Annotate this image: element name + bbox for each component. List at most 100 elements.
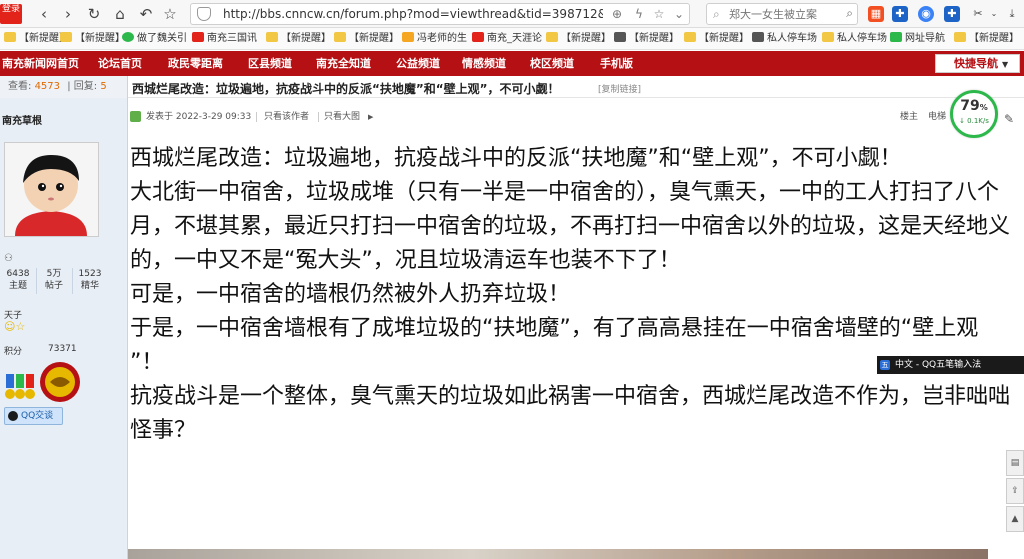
bookmark-icon <box>684 32 696 42</box>
medals <box>4 360 84 406</box>
thread-stats: 查看: 4573 | 回复: 5 <box>0 76 128 98</box>
floor-label: 楼主 <box>900 112 919 122</box>
login-badge[interactable]: 登录 <box>0 4 22 24</box>
avatar[interactable] <box>4 142 99 237</box>
nav-item-knowledge[interactable]: 南充全知道 <box>316 56 371 71</box>
star-icon[interactable]: ☆ <box>160 4 180 24</box>
bookmark-item[interactable]: 私人停车场 <box>752 31 817 47</box>
author-only-link[interactable]: 只看该作者 <box>264 108 309 126</box>
user-topics[interactable]: 6438 主题 <box>0 268 36 292</box>
nav-item-county[interactable]: 区县频道 <box>248 56 292 71</box>
browser-toolbar: 登录 ‹ › ↻ ⌂ ↶ ☆ http://bbs.cnncw.cn/forum… <box>0 0 1024 28</box>
url-text[interactable]: http://bbs.cnncw.cn/forum.php?mod=viewth… <box>223 7 603 23</box>
bookmark-item[interactable]: 【新提醒】 <box>60 31 125 47</box>
puzzle-icon[interactable]: ✚ <box>892 6 908 22</box>
bookmark-icon <box>954 32 966 42</box>
bookmark-item[interactable]: 【新提醒】 <box>546 31 611 47</box>
bookmark-item[interactable]: 【新提醒】 <box>266 31 331 47</box>
user-credits: 积分 73371 <box>4 344 77 357</box>
caret-down-icon: ▼ <box>1002 60 1009 69</box>
search-icon[interactable]: ⌕ <box>846 6 853 21</box>
side-tool-button[interactable]: ▤ <box>1006 450 1024 476</box>
nav-item-gov[interactable]: 政民零距离 <box>168 56 223 71</box>
bookmark-icon <box>472 32 484 42</box>
rank-star-icon: ☺☆ <box>4 320 26 333</box>
bookmark-item[interactable]: 网址导航 <box>890 31 945 47</box>
nav-item-forum-home[interactable]: 论坛首页 <box>98 56 142 71</box>
download-icon[interactable]: ⤓ <box>1004 6 1020 22</box>
ime-toolbar[interactable]: 五 中文 - QQ五笔输入法 <box>877 356 1024 374</box>
windows-icon[interactable]: ▦ <box>868 6 884 22</box>
triangle-right-icon: ▶ <box>368 113 374 121</box>
undo-icon[interactable]: ↶ <box>136 4 156 24</box>
nav-item-charity[interactable]: 公益频道 <box>396 56 440 71</box>
nav-item-emotion[interactable]: 情感频道 <box>462 56 506 71</box>
bookmark-icon <box>402 32 414 42</box>
scissors-icon[interactable]: ✂ <box>970 6 986 22</box>
extension-icon[interactable]: ✚ <box>944 6 960 22</box>
speed-percent: 79 <box>960 98 980 114</box>
reply-count: 5 <box>100 81 107 92</box>
home-icon[interactable]: ⌂ <box>110 4 130 24</box>
pencil-icon[interactable]: ✎ <box>1004 112 1014 126</box>
bookmark-item[interactable]: 【新提醒】 <box>334 31 399 47</box>
arrow-up-icon: ▲ <box>1011 514 1019 524</box>
avatar-cartoon-icon <box>5 143 98 236</box>
big-image-link[interactable]: 只看大图 <box>324 108 360 126</box>
share-icon: ⇪ <box>1011 486 1019 496</box>
favorite-icon[interactable]: ☆ <box>651 6 667 22</box>
view-count: 4573 <box>34 81 61 92</box>
bookmark-item[interactable]: 【新提醒】 <box>614 31 679 47</box>
bookmark-icon <box>122 32 134 42</box>
browser-extension-icon[interactable]: ◉ <box>918 6 934 22</box>
search-engine-icon: ⌕ <box>713 7 720 21</box>
bookmark-item[interactable]: 南充三国讯 <box>192 31 257 47</box>
post-paragraph: 大北街一中宿舍，垃圾成堆（只有一半是一中宿舍的），臭气熏天，一中的工人打扫了八个… <box>130 180 1011 273</box>
side-back-top-button[interactable]: ▲ <box>1006 506 1024 532</box>
post-date: 发表于 2022-3-29 09:33 <box>146 112 252 122</box>
post-image[interactable] <box>128 549 988 559</box>
chevron-down-icon[interactable]: ⌄ <box>986 6 1002 22</box>
post-status-icon <box>130 111 141 122</box>
bookmark-icon <box>890 32 902 42</box>
nav-item-news-home[interactable]: 南充新闻网首页 <box>2 56 79 71</box>
bookmark-item[interactable]: 私人停车场 <box>822 31 887 47</box>
back-icon[interactable]: ‹ <box>34 4 54 24</box>
user-posts[interactable]: 5万 帖子 <box>36 268 72 292</box>
dropdown-icon[interactable]: ⌄ <box>671 6 687 22</box>
bookmark-icon <box>614 32 626 42</box>
copy-link[interactable]: [复制链接] <box>598 82 641 95</box>
thread-title: 西城烂尾改造：垃圾遍地，抗疫战斗中的反派“扶地魔”和“壁上观”，不可小觑！ <box>132 82 560 96</box>
speed-widget[interactable]: 79% ↓ 0.1K/s <box>950 90 998 138</box>
post-paragraph: 西城烂尾改造：垃圾遍地，抗疫战斗中的反派“扶地魔”和“壁上观”，不可小觑！ <box>130 146 902 171</box>
site-nav: 南充新闻网首页 论坛首页 政民零距离 区县频道 南充全知道 公益频道 情感频道 … <box>0 51 1024 76</box>
bookmark-item[interactable]: 做了魏关引 <box>122 31 187 47</box>
lightning-icon[interactable]: ϟ <box>631 6 647 22</box>
qq-icon <box>8 411 18 421</box>
qq-chat-button[interactable]: QQ交谈 <box>4 407 63 425</box>
refresh-icon[interactable]: ↻ <box>84 4 104 24</box>
forward-icon[interactable]: › <box>58 4 78 24</box>
bookmark-item[interactable]: 【新提醒】 <box>954 31 1019 47</box>
bookmark-icon <box>752 32 764 42</box>
bookmark-icon <box>822 32 834 42</box>
side-share-button[interactable]: ⇪ <box>1006 478 1024 504</box>
medal-icon <box>5 362 80 402</box>
bookmark-item[interactable]: 冯老师的生 <box>402 31 467 47</box>
user-column: 南充草根 ⚇ 6438 主题 5万 帖子 1523 精华 天子 ☺☆ 积分 73371 <box>0 98 128 559</box>
search-box[interactable]: ⌕ ⌕ <box>706 3 858 25</box>
bookmark-item[interactable]: 【新提醒】 <box>684 31 749 47</box>
quick-nav-button[interactable]: 快捷导航 ▼ <box>935 54 1020 73</box>
username[interactable]: 南充草根 <box>2 112 42 127</box>
bookmarks-bar: 【新提醒】 【新提醒】 做了魏关引 南充三国讯 【新提醒】 【新提醒】 冯老师的… <box>0 28 1024 50</box>
nav-item-mobile[interactable]: 手机版 <box>600 56 633 71</box>
user-elite[interactable]: 1523 精华 <box>72 268 108 292</box>
bookmark-item[interactable]: 南充_天涯论 <box>472 31 542 47</box>
zoom-icon[interactable]: ⊕ <box>609 6 625 22</box>
nav-item-campus[interactable]: 校区频道 <box>530 56 574 71</box>
bookmark-icon <box>546 32 558 42</box>
thread-title-bar: 西城烂尾改造：垃圾遍地，抗疫战斗中的反派“扶地魔”和“壁上观”，不可小觑！ [复… <box>128 76 1024 98</box>
search-input[interactable] <box>729 6 841 22</box>
address-bar[interactable]: http://bbs.cnncw.cn/forum.php?mod=viewth… <box>190 3 690 25</box>
elevator-link[interactable]: 电梯 <box>928 108 946 126</box>
